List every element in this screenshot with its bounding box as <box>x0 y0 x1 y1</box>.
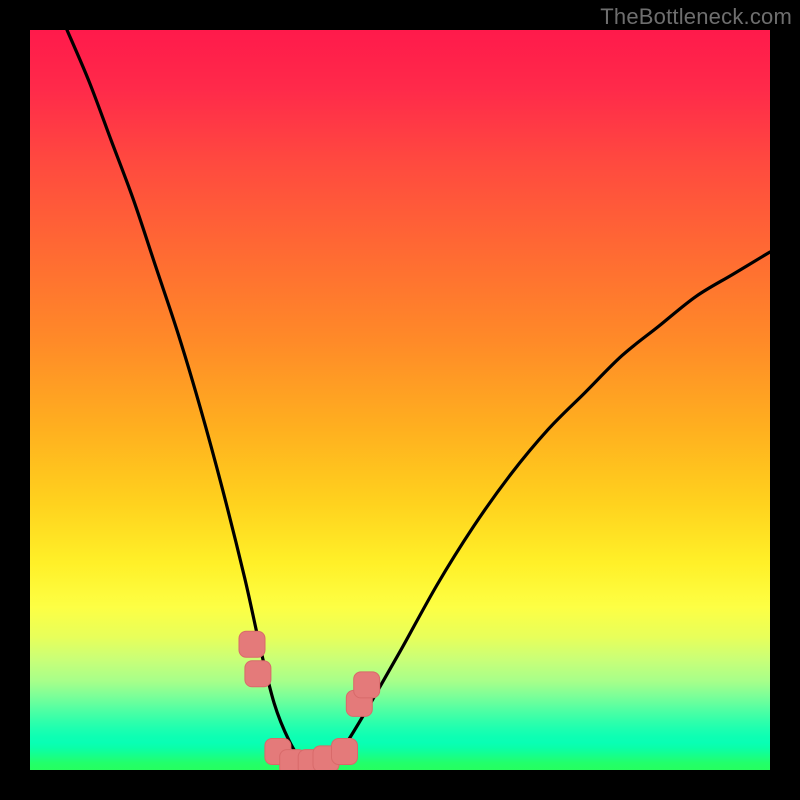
curve-marker <box>239 631 265 657</box>
curve-marker <box>332 739 358 765</box>
watermark-text: TheBottleneck.com <box>600 4 792 30</box>
plot-area <box>30 30 770 770</box>
bottleneck-curve <box>67 30 770 766</box>
chart-frame: TheBottleneck.com <box>0 0 800 800</box>
curve-marker <box>245 661 271 687</box>
chart-overlay <box>30 30 770 770</box>
curve-marker <box>354 672 380 698</box>
curve-markers <box>239 631 380 770</box>
